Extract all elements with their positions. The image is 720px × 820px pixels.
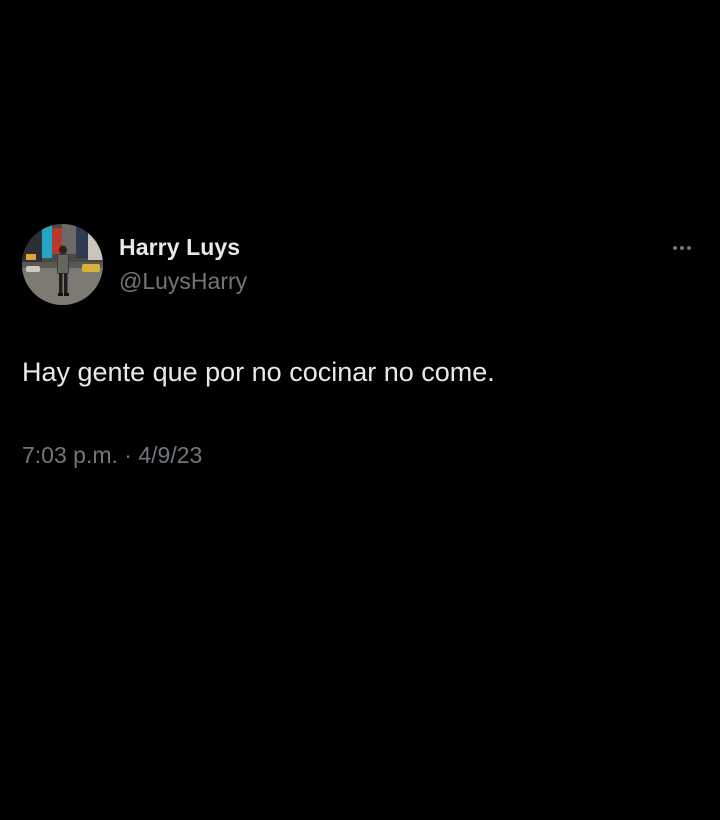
avatar[interactable] <box>22 224 103 305</box>
more-horizontal-icon <box>680 246 684 250</box>
more-options-button[interactable] <box>664 236 700 260</box>
timestamp-separator: · <box>124 442 132 468</box>
more-horizontal-icon <box>687 246 691 250</box>
tweet-timestamp[interactable]: 7:03 p.m. · 4/9/23 <box>22 442 202 469</box>
tweet: Harry Luys @LuysHarry Hay gente que por … <box>0 0 720 820</box>
tweet-text: Hay gente que por no cocinar no come. <box>22 357 495 387</box>
tweet-date: 4/9/23 <box>138 442 203 468</box>
avatar-photo-icon <box>22 224 103 305</box>
author-handle[interactable]: @LuysHarry <box>119 268 247 295</box>
author-name[interactable]: Harry Luys <box>119 234 240 261</box>
tweet-time: 7:03 p.m. <box>22 442 118 468</box>
more-horizontal-icon <box>673 246 677 250</box>
